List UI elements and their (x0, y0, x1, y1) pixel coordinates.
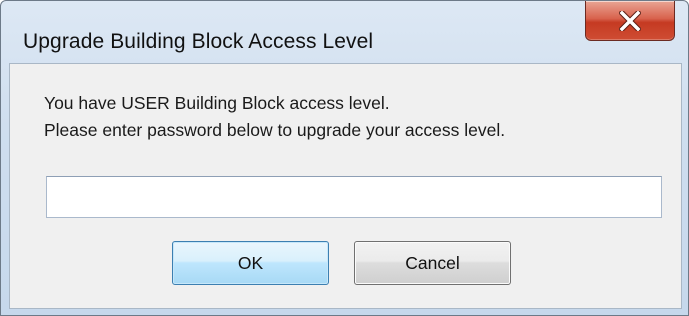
dialog-body: You have USER Building Block access leve… (9, 63, 682, 309)
ok-button-label: OK (237, 252, 264, 273)
message-line-1: You have USER Building Block access leve… (44, 93, 390, 113)
message-line-2: Please enter password below to upgrade y… (44, 120, 506, 140)
close-icon (619, 10, 641, 31)
password-input[interactable] (46, 176, 662, 218)
window-title: Upgrade Building Block Access Level (23, 30, 374, 53)
message-text: You have USER Building Block access leve… (44, 90, 505, 144)
ok-button[interactable]: OK (172, 241, 329, 285)
cancel-button-label: Cancel (405, 252, 460, 273)
cancel-button[interactable]: Cancel (354, 241, 511, 285)
dialog-window: Upgrade Building Block Access Level You … (0, 0, 689, 316)
close-button[interactable] (585, 1, 675, 41)
